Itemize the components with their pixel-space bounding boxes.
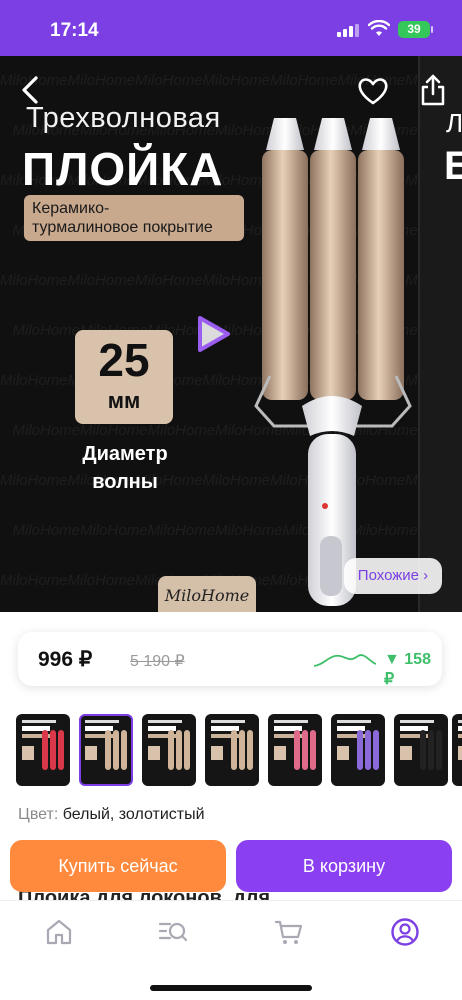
color-value: белый, золотистый (62, 806, 205, 823)
size-value: 25 (98, 334, 150, 386)
add-to-cart-button[interactable]: В корзину (236, 840, 452, 892)
thumbnail[interactable] (205, 714, 259, 786)
thumbnail-strip[interactable] (0, 714, 462, 788)
back-button[interactable] (14, 72, 50, 108)
thumbnail[interactable] (142, 714, 196, 786)
next-slide-title: Б (444, 144, 462, 188)
size-badge: 25 мм (75, 330, 173, 424)
size-unit: мм (107, 388, 141, 413)
share-button[interactable] (416, 72, 450, 108)
price-card[interactable]: 996 ₽ 5 190 ₽ ▼ 158 ₽ (18, 632, 442, 688)
wifi-icon (368, 20, 390, 36)
thumbnail[interactable] (452, 714, 462, 786)
curling-iron-image (254, 118, 412, 606)
thumbnail[interactable] (16, 714, 70, 786)
buy-now-button[interactable]: Купить сейчас (10, 840, 226, 892)
brand-label: MiloHome (158, 576, 256, 612)
product-gallery[interactable]: MiloHomeMiloHomeMiloHomeMiloHomeMiloHome… (0, 56, 462, 612)
catalog-search-icon[interactable] (158, 917, 188, 947)
coating-badge: Керамико- турмалиновое покрытие (24, 195, 244, 241)
play-video-button[interactable] (190, 312, 234, 356)
cellular-signal-icon (337, 24, 359, 37)
thumbnail[interactable] (268, 714, 322, 786)
product-title-line2: ПЛОЙКА (22, 143, 224, 195)
color-label: Цвет: (18, 806, 59, 823)
price-drop: ▼ 158 ₽ (384, 651, 431, 688)
color-info: Цвет: белый, золотистый (18, 806, 205, 824)
battery-level: 39 (398, 21, 430, 38)
profile-icon[interactable] (390, 917, 420, 947)
home-icon[interactable] (44, 917, 74, 947)
home-indicator (150, 985, 312, 991)
product-title-line1: Трехволновая (26, 102, 221, 134)
thumbnail[interactable] (394, 714, 448, 786)
similar-products-button[interactable]: Похожие › (344, 558, 442, 594)
cart-icon[interactable] (274, 917, 304, 947)
size-caption: Диаметр волны (82, 443, 168, 493)
price-history-sparkline[interactable] (314, 650, 376, 670)
status-bar: 17:14 39 (0, 0, 462, 56)
next-slide-preview[interactable]: Л Б (418, 56, 462, 612)
status-time: 17:14 (50, 20, 99, 41)
bottom-tab-bar (0, 900, 462, 1000)
favorite-button[interactable] (356, 74, 390, 108)
old-price: 5 190 ₽ (130, 653, 185, 670)
thumbnail[interactable] (79, 714, 133, 786)
next-slide-text: Л (446, 108, 462, 138)
current-price: 996 ₽ (38, 648, 93, 671)
thumbnail[interactable] (331, 714, 385, 786)
battery-tip (431, 26, 433, 33)
